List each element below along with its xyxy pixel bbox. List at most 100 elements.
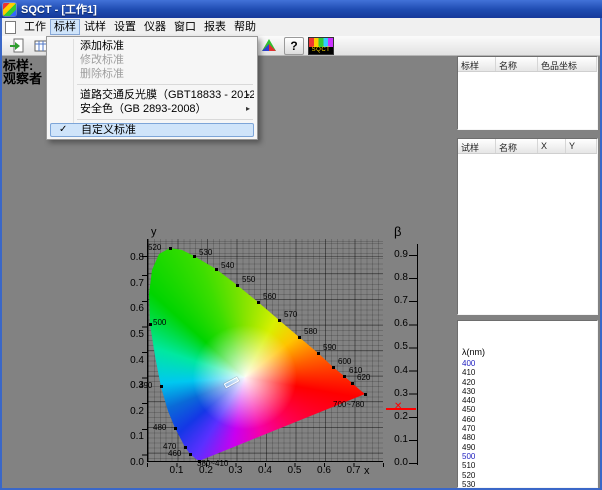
- beta-axis-line: [417, 244, 418, 465]
- wavelength-item[interactable]: 400: [458, 359, 597, 368]
- standard-table-column-0[interactable]: 标样: [458, 57, 496, 71]
- locus-label: 580: [304, 327, 317, 336]
- menu-road-traffic-reflective-film[interactable]: 道路交通反光膜（GBT18833 - 2012）▸: [50, 88, 254, 102]
- x-tick-label: 0.4: [254, 465, 276, 476]
- wavelength-item[interactable]: 480: [458, 433, 597, 442]
- locus-label: 480: [153, 423, 166, 432]
- wavelength-item[interactable]: 530: [458, 480, 597, 488]
- wavelength-item[interactable]: 520: [458, 471, 597, 480]
- y-tick-label: 0.0: [116, 457, 144, 468]
- title-bar[interactable]: SQCT - [工作1]: [0, 0, 602, 18]
- beta-axis-tickmarks: [409, 255, 417, 464]
- wavelength-item[interactable]: 500: [458, 452, 597, 461]
- locus-point: [189, 453, 192, 456]
- window-title: SQCT - [工作1]: [21, 1, 97, 17]
- sqct-logo-button[interactable]: SQCT: [308, 37, 334, 55]
- open-file-icon: [9, 38, 25, 54]
- wavelength-item[interactable]: 410: [458, 368, 597, 377]
- locus-point: [174, 427, 177, 430]
- chromaticity-diagram[interactable]: 520530540550560570580590600610620700~780…: [147, 239, 383, 462]
- sample-table-column-3[interactable]: Y: [566, 139, 597, 153]
- locus-label: 460: [168, 449, 181, 458]
- window-frame-left: [0, 18, 2, 490]
- menu-item-label: 添加标准: [80, 40, 124, 52]
- beta-tick-label: 0.0: [380, 457, 408, 468]
- x-tick-label: 0.6: [313, 465, 335, 476]
- locus-label: 550: [242, 275, 255, 284]
- y-tick-label: 0.6: [116, 303, 144, 314]
- standard-table-column-1[interactable]: 名称: [496, 57, 538, 71]
- menu-safety-color[interactable]: 安全色（GB 2893-2008）▸: [50, 102, 254, 116]
- submenu-arrow-icon: ▸: [246, 88, 250, 102]
- observer-label: 观察者: [3, 68, 42, 87]
- beta-tick-label: 0.3: [380, 388, 408, 399]
- chromaticity-icon: [261, 38, 277, 54]
- locus-point: [149, 323, 152, 326]
- menu-item-help[interactable]: 帮助: [230, 19, 260, 35]
- wavelength-item[interactable]: 510: [458, 461, 597, 470]
- sample-table-body[interactable]: [458, 154, 597, 314]
- locus-label: 600: [338, 357, 351, 366]
- beta-tick-label: 0.1: [380, 434, 408, 445]
- wavelength-item[interactable]: 430: [458, 387, 597, 396]
- menu-add-standard[interactable]: 添加标准: [50, 39, 254, 53]
- y-tick-label: 0.4: [116, 355, 144, 366]
- beta-axis: β 0.90.80.70.60.50.40.30.20.10.0✕: [378, 224, 428, 476]
- standard-table-panel: 标样名称色品坐标: [457, 56, 598, 130]
- locus-label: 520: [148, 243, 161, 252]
- wavelength-panel: λ(nm) 4004104204304404504604704804905005…: [457, 320, 598, 488]
- y-tick-label: 0.8: [116, 252, 144, 263]
- locus-point: [351, 382, 354, 385]
- document-icon[interactable]: [5, 21, 16, 34]
- sample-table-header: 试样名称XY: [458, 139, 597, 154]
- locus-point: [215, 268, 218, 271]
- sample-table-column-2[interactable]: X: [538, 139, 566, 153]
- menu-item-work[interactable]: 工作: [20, 19, 50, 35]
- standard-table-column-2[interactable]: 色品坐标: [538, 57, 597, 71]
- menu-item-report[interactable]: 报表: [200, 19, 230, 35]
- menu-custom-standard[interactable]: ✓自定义标准: [50, 123, 254, 137]
- menu-item-window[interactable]: 窗口: [170, 19, 200, 35]
- locus-label: 590: [323, 343, 336, 352]
- locus-label: 530: [199, 248, 212, 257]
- locus-point: [169, 247, 172, 250]
- menu-item-standard[interactable]: 标样: [50, 19, 80, 35]
- menu-item-label: 删除标准: [80, 68, 124, 80]
- beta-tick-label: 0.8: [380, 272, 408, 283]
- x-tick-label: 0.1: [166, 465, 188, 476]
- sample-table-panel: 试样名称XY: [457, 138, 598, 315]
- beta-marker-cross: ✕: [394, 401, 402, 412]
- standard-table-body[interactable]: [458, 72, 597, 129]
- sqct-logo-stripes: [309, 38, 333, 47]
- locus-point: [193, 255, 196, 258]
- x-tick-label: 0.7: [343, 465, 365, 476]
- sample-table-column-1[interactable]: 名称: [496, 139, 538, 153]
- wavelength-item[interactable]: 420: [458, 378, 597, 387]
- menu-item-settings[interactable]: 设置: [110, 19, 140, 35]
- beta-tick-label: 0.9: [380, 249, 408, 260]
- locus-point: [317, 352, 320, 355]
- locus-point: [184, 446, 187, 449]
- menu-item-instrument[interactable]: 仪器: [140, 19, 170, 35]
- menu-edit-standard[interactable]: 修改标准: [50, 53, 254, 67]
- sample-table-column-0[interactable]: 试样: [458, 139, 496, 153]
- locus-label: 570: [284, 310, 297, 319]
- toolbar-chart-button[interactable]: [258, 37, 280, 55]
- wavelength-item[interactable]: 470: [458, 424, 597, 433]
- help-button[interactable]: ?: [284, 37, 304, 55]
- toolbar-open-button[interactable]: [6, 37, 28, 55]
- locus-point: [236, 284, 239, 287]
- locus-label: 540: [221, 261, 234, 270]
- y-axis-name: y: [151, 226, 157, 238]
- menu-item-sample[interactable]: 试样: [80, 19, 110, 35]
- app-icon: [3, 3, 16, 16]
- standard-menu-dropdown: 添加标准修改标准删除标准道路交通反光膜（GBT18833 - 2012）▸安全色…: [46, 36, 258, 140]
- menu-delete-standard[interactable]: 删除标准: [50, 67, 254, 81]
- wavelength-item[interactable]: 450: [458, 405, 597, 414]
- wavelength-item[interactable]: 460: [458, 415, 597, 424]
- wavelength-item[interactable]: 440: [458, 396, 597, 405]
- beta-axis-name: β: [394, 224, 401, 239]
- wavelength-item[interactable]: 490: [458, 443, 597, 452]
- beta-tick-label: 0.5: [380, 341, 408, 352]
- locus-point: [257, 301, 260, 304]
